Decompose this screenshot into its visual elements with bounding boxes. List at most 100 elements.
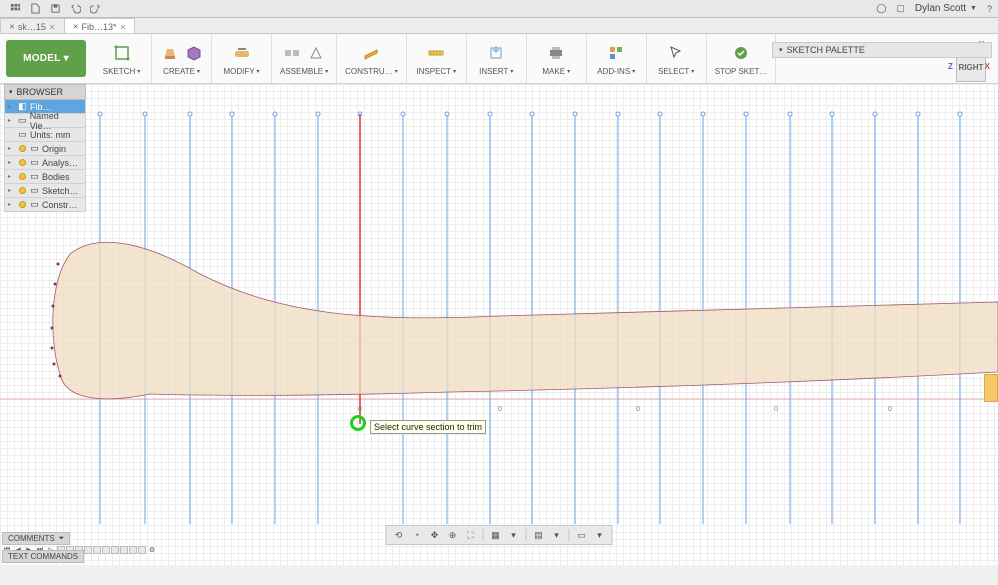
fit-icon[interactable]: ⛶ <box>463 528 479 542</box>
svg-text:0: 0 <box>774 406 778 413</box>
folder-icon: ▭ <box>18 116 27 125</box>
joint-icon <box>283 44 301 62</box>
chevron-down-icon: ▾ <box>395 68 398 75</box>
orbit-icon[interactable]: ⟲ <box>391 528 407 542</box>
comments-label: COMMENTS <box>8 534 55 543</box>
timeline-feature[interactable] <box>111 546 119 554</box>
close-icon[interactable]: ✕ <box>49 23 56 32</box>
file-icon[interactable] <box>26 2 44 16</box>
toolgroup-label: MAKE <box>542 67 565 76</box>
browser-item[interactable]: ▸▭Analys… <box>4 156 86 170</box>
expand-icon[interactable]: ⏷ <box>59 535 65 543</box>
folder-icon: ▭ <box>30 158 39 167</box>
tool-group-select[interactable]: SELECT▾ <box>647 34 707 83</box>
tool-group-addins[interactable]: ADD-INS▾ <box>587 34 647 83</box>
notify-icon[interactable]: ◯ <box>876 3 886 14</box>
folder-icon: ▭ <box>30 144 39 153</box>
pan-icon[interactable]: ✥ <box>427 528 443 542</box>
browser-item[interactable]: ▸▭Bodies <box>4 170 86 184</box>
bulb-icon <box>18 144 27 153</box>
document-tabs: ✕ sk…15 ✕ ✕ Fib…13* ✕ <box>0 18 998 34</box>
toolgroup-label: ADD-INS <box>597 67 630 76</box>
job-status-icon[interactable]: ▢ <box>896 3 905 14</box>
browser-header[interactable]: ▾ BROWSER <box>4 84 86 100</box>
pin-icon: ✕ <box>73 23 79 31</box>
timeline-settings-icon[interactable]: ⚙ <box>147 545 157 555</box>
grid-settings-icon[interactable]: ▤ <box>531 528 547 542</box>
sketch-palette[interactable]: ▾ SKETCH PALETTE <box>772 42 992 58</box>
collapse-icon: ▾ <box>9 88 13 96</box>
text-commands-bar[interactable]: TEXT COMMANDS <box>2 550 84 563</box>
tool-group-make[interactable]: MAKE▾ <box>527 34 587 83</box>
tool-group-assemble[interactable]: ASSEMBLE▾ <box>272 34 337 83</box>
folder-icon: ▭ <box>30 172 39 181</box>
timeline-feature[interactable] <box>138 546 146 554</box>
timeline-feature[interactable] <box>129 546 137 554</box>
close-icon[interactable]: ✕ <box>119 23 126 32</box>
chevron-down-icon: ▾ <box>137 68 140 75</box>
browser-title: BROWSER <box>17 87 64 97</box>
palette-title: SKETCH PALETTE <box>787 45 865 55</box>
extrude-icon <box>161 44 179 62</box>
tool-group-construct[interactable]: CONSTRU…▾ <box>337 34 407 83</box>
box-icon <box>185 44 203 62</box>
user-name[interactable]: Dylan Scott <box>915 3 966 14</box>
insert-icon <box>487 44 505 62</box>
plane-icon <box>362 44 380 62</box>
chevron-down-icon: ▾ <box>779 46 783 54</box>
tool-group-sketch[interactable]: SKETCH▾ <box>92 34 152 83</box>
tool-group-inspect[interactable]: INSPECT▾ <box>407 34 467 83</box>
display-icon[interactable]: ▦ <box>488 528 504 542</box>
tool-group-insert[interactable]: INSERT▾ <box>467 34 527 83</box>
folder-icon: ▭ <box>30 186 39 195</box>
bulb-icon <box>18 172 27 181</box>
tool-group-stopsketch[interactable]: STOP SKET… <box>707 34 777 83</box>
toolgroup-label: STOP SKET… <box>715 67 768 76</box>
print-icon <box>547 44 565 62</box>
help-icon[interactable]: ? <box>987 4 992 14</box>
zoom-icon[interactable]: ⊕ <box>445 528 461 542</box>
chevron-down-icon[interactable]: ▼ <box>970 5 977 12</box>
undo-icon[interactable] <box>66 2 84 16</box>
toolgroup-label: CONSTRU… <box>345 67 393 76</box>
browser-item[interactable]: ▸▭Sketch… <box>4 184 86 198</box>
workspace-switcher[interactable]: MODEL ▾ <box>6 40 86 77</box>
chevron-down-icon[interactable]: ▾ <box>506 528 522 542</box>
timeline-feature[interactable] <box>102 546 110 554</box>
chevron-down-icon: ▾ <box>632 68 635 75</box>
asbuilt-joint-icon <box>307 44 325 62</box>
select-icon <box>667 44 685 62</box>
chevron-down-icon: ▾ <box>567 68 570 75</box>
pressroll-icon <box>233 44 251 62</box>
doc-tab[interactable]: ✕ sk…15 ✕ <box>0 18 65 33</box>
look-icon[interactable]: ◔ <box>409 528 425 542</box>
tool-group-create[interactable]: CREATE▾ <box>152 34 212 83</box>
tool-group-modify[interactable]: MODIFY▾ <box>212 34 272 83</box>
chevron-down-icon[interactable]: ▾ <box>592 528 608 542</box>
chevron-down-icon[interactable]: ▾ <box>549 528 565 542</box>
toolgroup-label: INSERT <box>479 67 508 76</box>
save-icon[interactable] <box>46 2 64 16</box>
redo-icon[interactable] <box>86 2 104 16</box>
toolgroup-label: SELECT <box>658 67 689 76</box>
bulb-icon <box>18 158 27 167</box>
browser-item[interactable]: ▸▭Origin <box>4 142 86 156</box>
canvas-area[interactable]: ▾SKETCH PALETTE Y X Z RIGHT ▾BROWSER ▸◧F… <box>0 84 998 565</box>
folder-icon: ▭ <box>30 200 39 209</box>
chevron-down-icon: ▾ <box>325 68 328 75</box>
browser-panel: ▾BROWSER ▸◧Fib… ▸▭Named Vie… ▭Units: mm … <box>4 84 86 212</box>
timeline-feature[interactable] <box>84 546 92 554</box>
grid-apps-icon[interactable] <box>6 2 24 16</box>
sketch-canvas[interactable]: 0 0 0 0 0 <box>0 84 998 565</box>
doc-tab[interactable]: ✕ Fib…13* ✕ <box>64 18 136 33</box>
viewport-icon[interactable]: ▭ <box>574 528 590 542</box>
timeline-feature[interactable] <box>93 546 101 554</box>
section-handle[interactable] <box>984 374 998 402</box>
toolgroup-label: MODIFY <box>223 67 254 76</box>
toolgroup-label: INSPECT <box>416 67 451 76</box>
stop-sketch-icon <box>732 44 750 62</box>
browser-item[interactable]: ▸▭Constr… <box>4 198 86 212</box>
timeline-feature[interactable] <box>120 546 128 554</box>
chevron-down-icon: ▾ <box>453 68 456 75</box>
browser-item[interactable]: ▸▭Named Vie… <box>4 114 86 128</box>
